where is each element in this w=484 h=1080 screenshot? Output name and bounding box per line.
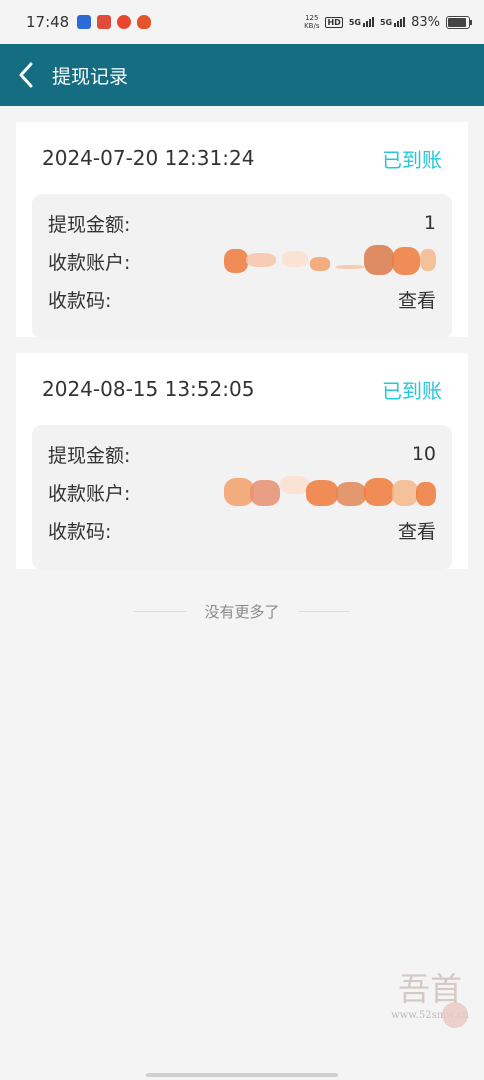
record-details: 提现金额: 10 收款账户: 收款码: 查看 — [32, 425, 452, 570]
divider — [134, 610, 187, 612]
app-header: 提现记录 — [0, 44, 484, 106]
record-header: 2024-08-15 13:52:05 已到账 — [16, 353, 468, 425]
record-datetime: 2024-08-15 13:52:05 — [42, 377, 255, 401]
chevron-left-icon — [19, 62, 33, 88]
hd-icon: HD — [325, 16, 343, 28]
account-row: 收款账户: — [48, 242, 436, 280]
signal-1-icon: 5G — [349, 17, 374, 27]
net-speed-value: 125 — [305, 14, 319, 22]
record-status: 已到账 — [382, 147, 442, 172]
account-label: 收款账户: — [48, 482, 131, 505]
record-datetime: 2024-07-20 12:31:24 — [42, 146, 255, 170]
battery-percent: 83% — [411, 14, 440, 30]
list-end-indicator: 没有更多了 — [0, 598, 484, 624]
battery-icon — [446, 15, 472, 29]
code-row: 收款码: 查看 — [48, 511, 436, 549]
amount-label: 提现金额: — [48, 213, 131, 236]
net-speed: 125 KB/s — [304, 14, 319, 30]
code-row: 收款码: 查看 — [48, 280, 436, 318]
redacted-account — [224, 243, 436, 279]
record-details: 提现金额: 1 收款账户: 收款码: 查看 — [32, 194, 452, 339]
no-more-text: 没有更多了 — [204, 602, 280, 621]
back-button[interactable] — [4, 44, 50, 106]
home-indicator[interactable] — [146, 1073, 338, 1077]
shield-app-icon — [77, 15, 92, 29]
page-title: 提现记录 — [52, 65, 129, 88]
notification-icons — [77, 15, 152, 29]
withdraw-record-card: 2024-07-20 12:31:24 已到账 提现金额: 1 收款账户: 收款… — [16, 122, 468, 339]
signal-1-label: 5G — [348, 18, 361, 27]
weibo-app-icon — [117, 15, 132, 29]
account-label: 收款账户: — [48, 251, 131, 274]
amount-label: 提现金额: — [48, 444, 131, 467]
status-time: 17:48 — [26, 13, 70, 31]
withdraw-record-card: 2024-08-15 13:52:05 已到账 提现金额: 10 收款账户: 收… — [16, 353, 468, 570]
redacted-account — [224, 474, 436, 510]
code-label: 收款码: — [48, 520, 112, 543]
news-app-icon — [97, 15, 112, 29]
amount-row: 提现金额: 10 — [48, 435, 436, 473]
status-bar: 17:48 125 KB/s HD 5G 5G 83% — [0, 0, 484, 44]
game-app-icon — [137, 15, 152, 29]
view-code-button[interactable]: 查看 — [398, 286, 436, 313]
amount-row: 提现金额: 1 — [48, 204, 436, 242]
site-watermark: 吾首 www.52smw.cn — [390, 972, 470, 1062]
signal-2-icon: 5G — [379, 17, 406, 27]
account-row: 收款账户: — [48, 473, 436, 511]
amount-value: 10 — [411, 443, 436, 465]
divider — [297, 610, 350, 612]
watermark-logo: 吾首 — [397, 970, 462, 1008]
record-status: 已到账 — [382, 378, 442, 403]
signal-2-label: 5G — [379, 18, 393, 27]
status-right: 125 KB/s HD 5G 5G 83% — [304, 14, 472, 30]
record-header: 2024-07-20 12:31:24 已到账 — [16, 122, 468, 194]
watermark-seal — [442, 1002, 468, 1028]
amount-value: 1 — [423, 212, 436, 234]
net-speed-unit: KB/s — [304, 22, 320, 30]
code-label: 收款码: — [48, 289, 112, 312]
view-code-button[interactable]: 查看 — [398, 517, 436, 544]
